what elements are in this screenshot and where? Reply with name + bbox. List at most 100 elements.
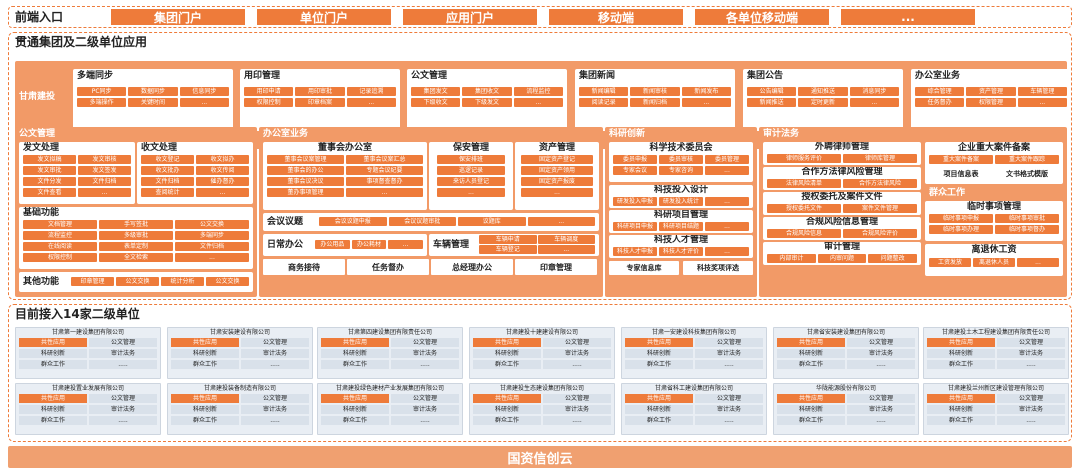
unit-cell-item[interactable]: ..... — [695, 416, 763, 425]
tag-item[interactable]: ... — [705, 247, 749, 256]
tag-item[interactable]: 新闻审核 — [630, 87, 680, 96]
audit-case-bottom[interactable]: 文书格式模版 — [995, 168, 1059, 180]
research-bottom-item[interactable]: 专家信息库 — [609, 261, 679, 275]
unit-cell-item[interactable]: 群众工作 — [19, 416, 87, 425]
unit-cell-item[interactable]: 公文管理 — [695, 338, 763, 347]
tag-item[interactable]: 车辆管理 — [1017, 87, 1067, 96]
unit-cell-item[interactable]: 公文管理 — [997, 394, 1065, 403]
tag-item[interactable]: 合作方法律风险 — [843, 179, 917, 188]
tag-item[interactable]: 办公用品 — [315, 240, 350, 249]
unit-cell-item[interactable]: 审计法务 — [847, 405, 915, 414]
unit-cell-item[interactable]: ..... — [241, 360, 309, 369]
unit-cell-item[interactable]: 共性应用 — [927, 338, 995, 347]
unit-cell-item[interactable]: ..... — [89, 360, 157, 369]
unit-cell-item[interactable]: 公文管理 — [391, 394, 459, 403]
tag-item[interactable]: 新闻归档 — [630, 98, 680, 107]
office-bottom-item[interactable]: 总经理办公 — [431, 259, 513, 275]
tag-item[interactable]: 临时事项审批 — [995, 214, 1059, 223]
tag-item[interactable]: 公告编辑 — [747, 87, 797, 96]
unit-cell-item[interactable]: 科研创新 — [625, 405, 693, 414]
tag-item[interactable]: 综合管理 — [915, 87, 965, 96]
unit-cell-item[interactable]: 科研创新 — [625, 349, 693, 358]
tag-item[interactable]: ... — [388, 240, 423, 249]
tag-item[interactable]: 文件归档 — [78, 177, 131, 186]
tag-item[interactable]: 文档管理 — [23, 220, 97, 229]
unit-cell-item[interactable]: 共性应用 — [777, 338, 845, 347]
tag-item[interactable]: 发文审批 — [23, 166, 76, 175]
tag-item[interactable]: 收文登记 — [141, 155, 194, 164]
tag-item[interactable]: ... — [437, 188, 505, 197]
unit-cell-item[interactable]: 共性应用 — [625, 338, 693, 347]
tag-item[interactable]: 专家咨询 — [659, 166, 703, 175]
unit-cell-item[interactable]: 公文管理 — [543, 394, 611, 403]
tag-item[interactable]: 委员审核 — [659, 155, 703, 164]
unit-cell-item[interactable]: 共性应用 — [473, 394, 541, 403]
unit-cell-item[interactable]: ..... — [847, 360, 915, 369]
tag-item[interactable]: 科研项目结题 — [659, 222, 703, 231]
frontend-entry-button[interactable]: ... — [841, 9, 975, 25]
tag-item[interactable]: 用印审批 — [295, 87, 345, 96]
tag-item[interactable]: 董事会议案管理 — [267, 155, 344, 164]
unit-cell-item[interactable]: 科研创新 — [19, 349, 87, 358]
tag-item[interactable]: 车辆登记 — [479, 245, 537, 254]
tag-item[interactable]: 权限控制 — [23, 253, 97, 262]
unit-cell-item[interactable]: 群众工作 — [171, 360, 239, 369]
unit-cell-item[interactable]: 公文管理 — [847, 338, 915, 347]
unit-cell-item[interactable]: 科研创新 — [321, 405, 389, 414]
unit-cell-item[interactable]: 群众工作 — [625, 416, 693, 425]
unit-cell-item[interactable]: 审计法务 — [391, 405, 459, 414]
unit-cell-item[interactable]: 科研创新 — [473, 349, 541, 358]
tag-item[interactable]: 信息同步 — [179, 87, 229, 96]
unit-cell-item[interactable]: ..... — [543, 360, 611, 369]
tag-item[interactable]: ... — [1017, 258, 1059, 267]
tag-item[interactable]: 巡逻记录 — [437, 166, 505, 175]
unit-cell-item[interactable]: 科研创新 — [927, 349, 995, 358]
unit-cell-item[interactable]: 群众工作 — [777, 360, 845, 369]
tag-item[interactable]: 定时更新 — [798, 98, 848, 107]
tag-item[interactable]: 工资发放 — [929, 258, 971, 267]
tag-item[interactable]: 文件分发 — [23, 177, 76, 186]
tag-item[interactable]: 关键时间 — [128, 98, 178, 107]
tag-item[interactable]: 发文审核 — [78, 155, 131, 164]
unit-cell-item[interactable]: 群众工作 — [927, 416, 995, 425]
tag-item[interactable]: 文件查看 — [23, 188, 76, 197]
tag-item[interactable]: 在线阅读 — [23, 242, 97, 251]
office-bottom-item[interactable]: 印章管理 — [515, 259, 597, 275]
unit-cell-item[interactable]: ..... — [997, 416, 1065, 425]
unit-cell-item[interactable]: 审计法务 — [241, 405, 309, 414]
tag-item[interactable]: 公文交换 — [206, 277, 249, 286]
tag-item[interactable]: 合规风险评价 — [843, 229, 917, 238]
unit-cell-item[interactable]: 群众工作 — [171, 416, 239, 425]
unit-cell-item[interactable]: 审计法务 — [543, 349, 611, 358]
unit-cell-item[interactable]: 群众工作 — [19, 360, 87, 369]
tag-item[interactable]: 问题整改 — [868, 254, 917, 263]
tag-item[interactable]: 固定资产登记 — [521, 155, 593, 164]
unit-cell-item[interactable]: 群众工作 — [321, 360, 389, 369]
unit-cell-item[interactable]: 公文管理 — [89, 338, 157, 347]
audit-case-bottom[interactable]: 项目信息表 — [929, 168, 993, 180]
tag-item[interactable]: 用印申请 — [244, 87, 294, 96]
tag-item[interactable]: 重大案件跟踪 — [995, 155, 1059, 164]
tag-item[interactable]: 固定资产报废 — [521, 177, 593, 186]
tag-item[interactable]: 科技人才申报 — [613, 247, 657, 256]
tag-item[interactable]: 多端操作 — [77, 98, 127, 107]
tag-item[interactable]: 任务督办 — [915, 98, 965, 107]
tag-item[interactable]: 律师库管理 — [843, 154, 917, 163]
tag-item[interactable]: 下级收文 — [411, 98, 461, 107]
tag-item[interactable]: ... — [537, 245, 595, 254]
tag-item[interactable]: 权限控制 — [244, 98, 294, 107]
tag-item[interactable]: 案件文件管理 — [843, 204, 917, 213]
unit-cell-item[interactable]: 共性应用 — [473, 338, 541, 347]
unit-cell-item[interactable]: 群众工作 — [777, 416, 845, 425]
tag-item[interactable]: 议题库 — [458, 217, 526, 226]
office-bottom-item[interactable]: 商务接待 — [263, 259, 345, 275]
tag-item[interactable]: 重大案件备案 — [929, 155, 993, 164]
tag-item[interactable]: 下级发文 — [462, 98, 512, 107]
unit-cell-item[interactable]: ..... — [543, 416, 611, 425]
unit-cell-item[interactable]: 公文管理 — [391, 338, 459, 347]
unit-cell-item[interactable]: 群众工作 — [927, 360, 995, 369]
tag-item[interactable]: 新闻编辑 — [579, 87, 629, 96]
office-bottom-item[interactable]: 任务督办 — [347, 259, 429, 275]
unit-cell-item[interactable]: 共性应用 — [321, 338, 389, 347]
unit-cell-item[interactable]: 审计法务 — [241, 349, 309, 358]
